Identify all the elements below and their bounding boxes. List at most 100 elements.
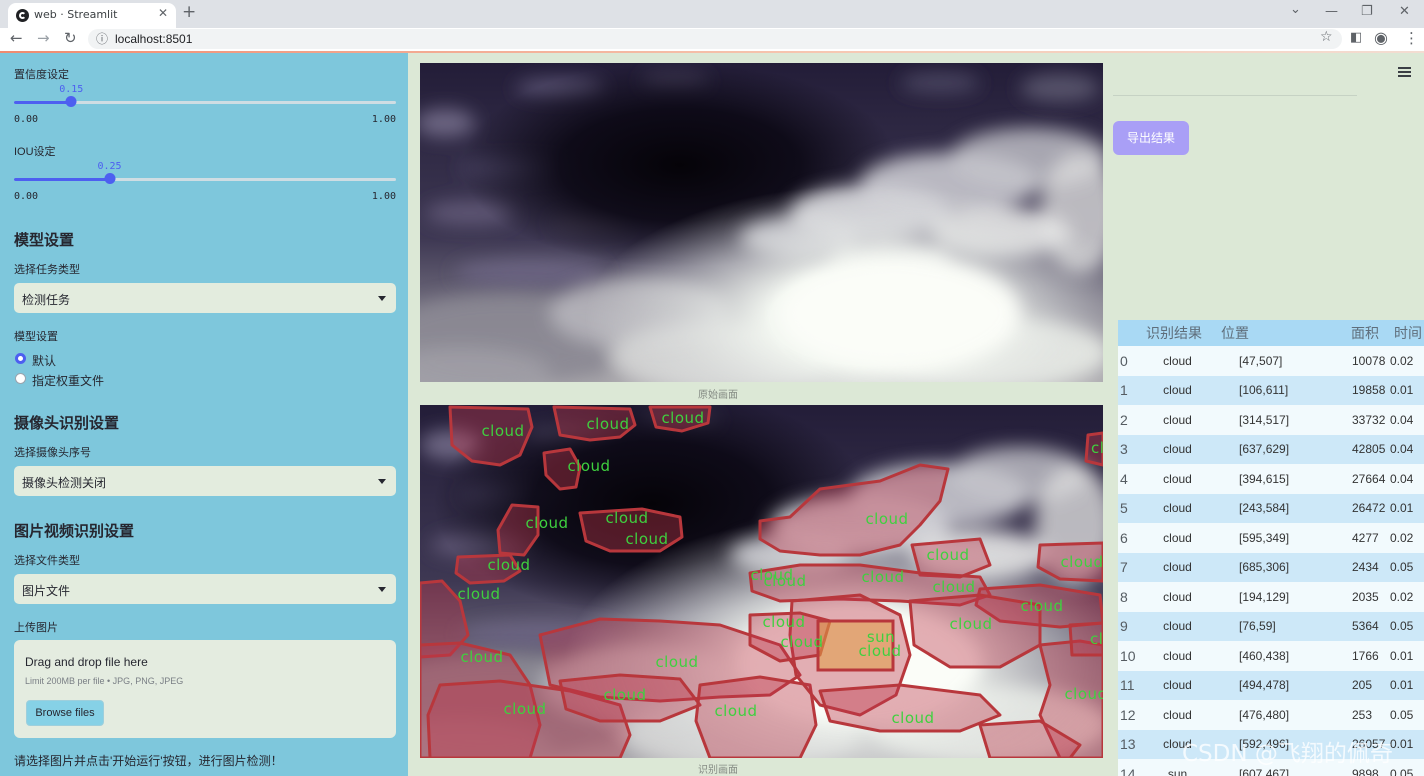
table-header-time[interactable]: 时间 (1388, 320, 1424, 346)
cell-area: 5364 (1345, 611, 1388, 641)
overlay-label: cloud (586, 415, 629, 433)
profile-icon[interactable]: ◉ (1374, 28, 1388, 47)
cell-area: 19858 (1345, 375, 1388, 405)
table-header-area[interactable]: 面积 (1345, 320, 1388, 346)
overlay-label: cloud (567, 457, 610, 475)
results-table[interactable]: 识别结果 位置 面积 时间 0 cloud [47,507] 10078 0.02 1 cloud… (1118, 320, 1424, 776)
cell-time: 0.05 (1388, 552, 1424, 582)
table-row[interactable]: 9 cloud [76,59] 5364 0.05 (1118, 611, 1424, 641)
radio-custom-weights[interactable]: 指定权重文件 (14, 371, 214, 388)
table-header-index[interactable] (1118, 320, 1140, 346)
media-heading: 图片视频识别设置 (14, 523, 135, 540)
chevron-down-icon (378, 296, 386, 301)
tab-close-icon[interactable]: ✕ (158, 6, 168, 20)
divider (1113, 95, 1357, 96)
cell-area: 253 (1345, 700, 1388, 730)
cell-time: 0.05 (1388, 700, 1424, 730)
task-type-label: 选择任务类型 (14, 264, 80, 276)
original-image (420, 63, 1103, 382)
table-row[interactable]: 5 cloud [243,584] 26472 0.01 (1118, 493, 1424, 523)
tab-search-chevron-icon[interactable]: ⌄ (1290, 2, 1301, 17)
table-body: 0 cloud [47,507] 10078 0.02 1 cloud [106,611] 19… (1118, 346, 1424, 776)
cell-time: 0.01 (1388, 729, 1424, 759)
table-row[interactable]: 7 cloud [685,306] 2434 0.05 (1118, 552, 1424, 582)
iou-slider-value: 0.25 (97, 161, 122, 172)
radio-circle-icon[interactable] (15, 373, 26, 384)
close-window-icon[interactable]: ✕ (1399, 4, 1410, 19)
url-text[interactable]: localhost:8501 (115, 32, 192, 46)
browse-files-button[interactable]: Browse files (26, 700, 104, 726)
cell-position: [243,584] (1215, 493, 1345, 523)
table-row[interactable]: 12 cloud [476,480] 253 0.05 (1118, 700, 1424, 730)
overlay-label: cloud (861, 568, 904, 586)
table-row[interactable]: 1 cloud [106,611] 19858 0.01 (1118, 375, 1424, 405)
back-arrow-icon[interactable]: ← (10, 29, 23, 47)
cell-position: [460,438] (1215, 641, 1345, 671)
cell-time: 0.04 (1388, 405, 1424, 435)
table-row[interactable]: 0 cloud [47,507] 10078 0.02 (1118, 346, 1424, 376)
cell-area: 42805 (1345, 434, 1388, 464)
cell-index: 4 (1118, 464, 1140, 494)
cell-index: 10 (1118, 641, 1140, 671)
restore-icon[interactable]: ❐ (1361, 4, 1373, 19)
file-uploader-dropzone[interactable]: Drag and drop file here Limit 200MB per … (14, 640, 396, 738)
cell-area: 10078 (1345, 346, 1388, 376)
cell-index: 1 (1118, 375, 1140, 405)
new-tab-icon[interactable]: + (182, 2, 196, 22)
kebab-menu-icon[interactable]: ⋮ (1404, 29, 1419, 47)
table-row[interactable]: 2 cloud [314,517] 33732 0.04 (1118, 405, 1424, 435)
address-bar-row: ← → ↻ ⓘ localhost:8501 ☆ ◧ ◉ ⋮ (0, 28, 1424, 51)
camera-select[interactable]: 摄像头检测关闭 (14, 466, 396, 496)
table-header-position[interactable]: 位置 (1215, 320, 1345, 346)
iou-slider-fill (14, 178, 110, 181)
iou-slider[interactable]: 0.25 0.00 1.00 (14, 161, 396, 221)
overlay-label: cloud (457, 585, 500, 603)
minimize-icon[interactable]: — (1325, 4, 1338, 19)
hamburger-menu-icon[interactable] (1398, 67, 1411, 78)
reload-icon[interactable]: ↻ (64, 29, 77, 47)
cell-position: [314,517] (1215, 405, 1345, 435)
address-bar[interactable]: ⓘ localhost:8501 ☆ (88, 29, 1342, 49)
conf-slider-thumb[interactable] (65, 96, 77, 107)
export-results-button[interactable]: 导出结果 (1113, 121, 1189, 155)
upload-label: 上传图片 (14, 622, 58, 634)
iou-slider-thumb[interactable] (104, 173, 115, 184)
table-header-label[interactable]: 识别结果 (1140, 320, 1215, 346)
file-type-select[interactable]: 图片文件 (14, 574, 396, 604)
table-row[interactable]: 8 cloud [194,129] 2035 0.02 (1118, 582, 1424, 612)
cell-position: [476,480] (1215, 700, 1345, 730)
overlay-label: cloud (655, 653, 698, 671)
table-row[interactable]: 11 cloud [494,478] 205 0.01 (1118, 670, 1424, 700)
task-type-select[interactable]: 检测任务 (14, 283, 396, 313)
info-icon[interactable]: ⓘ (96, 30, 108, 47)
table-row[interactable]: 10 cloud [460,438] 1766 0.01 (1118, 641, 1424, 671)
original-caption: 原始画面 (698, 390, 738, 401)
cell-label: cloud (1140, 523, 1215, 553)
cell-label: cloud (1140, 641, 1215, 671)
browser-tab[interactable]: web · Streamlit ✕ (8, 3, 176, 28)
hint-text: 请选择图片并点击'开始运行'按钮，进行图片检测！ (14, 754, 283, 768)
cell-position: [595,349] (1215, 523, 1345, 553)
overlay-label: cloud (1020, 597, 1063, 615)
model-source-label: 模型设置 (14, 331, 58, 343)
table-row[interactable]: 3 cloud [637,629] 42805 0.04 (1118, 434, 1424, 464)
conf-slider[interactable]: 0.15 0.00 1.00 (14, 84, 396, 144)
camera-select-value: 摄像头检测关闭 (22, 476, 107, 490)
cell-time: 0.01 (1388, 641, 1424, 671)
table-row[interactable]: 6 cloud [595,349] 4277 0.02 (1118, 523, 1424, 553)
cell-index: 11 (1118, 670, 1140, 700)
star-icon[interactable]: ☆ (1320, 29, 1333, 45)
side-panel-icon[interactable]: ◧ (1350, 30, 1362, 45)
radio-default[interactable]: 默认 (14, 351, 214, 368)
radio-label: 默认 (32, 354, 57, 368)
cell-index: 7 (1118, 552, 1140, 582)
model-heading: 模型设置 (14, 232, 75, 249)
cell-index: 0 (1118, 346, 1140, 376)
radio-circle-icon[interactable] (15, 353, 26, 364)
cell-area: 4277 (1345, 523, 1388, 553)
forward-arrow-icon[interactable]: → (37, 29, 50, 47)
cell-area: 2434 (1345, 552, 1388, 582)
overlay-label: cloud (763, 572, 806, 590)
overlay-label: cloud (503, 700, 546, 718)
table-row[interactable]: 4 cloud [394,615] 27664 0.04 (1118, 464, 1424, 494)
